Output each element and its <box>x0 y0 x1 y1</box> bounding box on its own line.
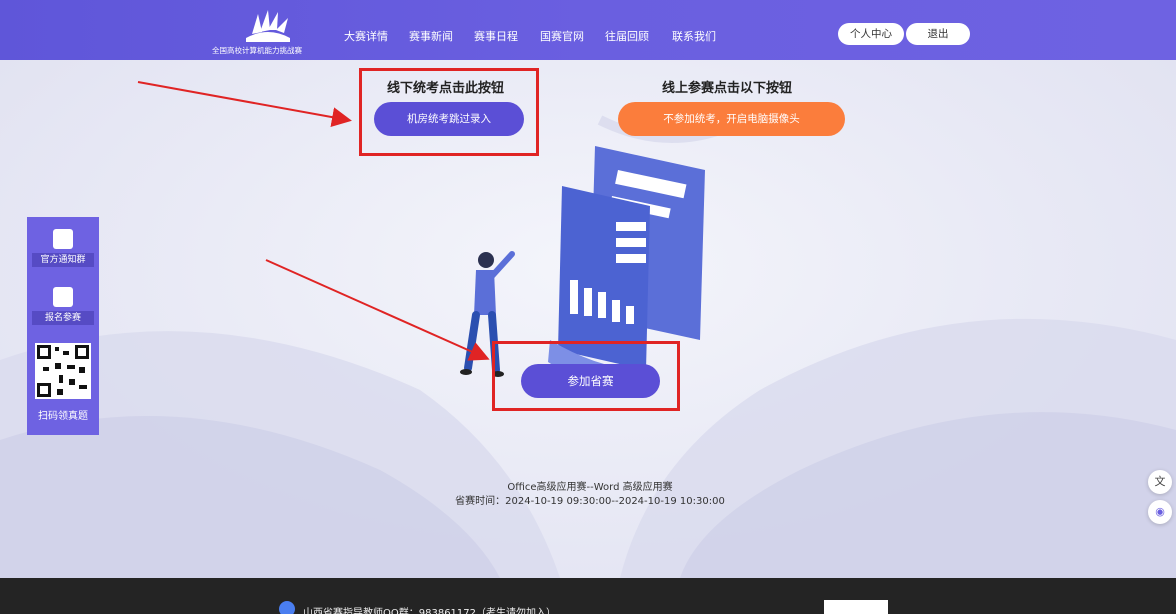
profile-button[interactable]: 个人中心 <box>838 23 904 45</box>
footer-qr-code-icon <box>824 600 888 614</box>
user-avatar-icon[interactable] <box>53 229 73 249</box>
main-content: 线下统考点击此按钮 机房统考跳过录入 线上参赛点击以下按钮 不参加统考，开启电脑… <box>0 60 1176 578</box>
translate-icon[interactable]: 文 <box>1148 470 1172 494</box>
nav-item-national-site[interactable]: 国赛官网 <box>540 28 584 44</box>
chat-bot-icon[interactable]: ◉ <box>1148 500 1172 524</box>
qr-code-icon <box>35 343 91 399</box>
nav-item-review[interactable]: 往届回顾 <box>605 28 649 44</box>
scan-label: 扫码领真题 <box>38 411 88 422</box>
footer-qq-text: 山西省赛指导教师QQ群：983861172（考生请勿加入） <box>303 608 557 614</box>
nav-item-details[interactable]: 大赛详情 <box>344 28 388 44</box>
competition-logo[interactable]: 全国高校计算机能力挑战赛 <box>212 8 322 58</box>
footer: 山西省赛指导教师QQ群：983861172（考生请勿加入） <box>0 578 1176 614</box>
register-label[interactable]: 报名参赛 <box>32 311 94 325</box>
floating-sidebar: 官方通知群 报名参赛 扫码领真题 <box>27 217 99 435</box>
arrow-to-offline-button <box>137 81 352 127</box>
rocket-icon[interactable] <box>53 287 73 307</box>
logo-text: 全国高校计算机能力挑战赛 <box>212 46 302 55</box>
nav-item-contact[interactable]: 联系我们 <box>672 28 716 44</box>
nav-item-news[interactable]: 赛事新闻 <box>409 28 453 44</box>
event-name: Office高级应用赛--Word 高级应用赛 <box>507 482 673 493</box>
qq-icon <box>279 601 295 614</box>
top-nav-bar: 全国高校计算机能力挑战赛 大赛详情 赛事新闻 赛事日程 国赛官网 往届回顾 联系… <box>0 0 1176 60</box>
event-time: 省赛时间：2024-10-19 09:30:00--2024-10-19 10:… <box>455 496 725 507</box>
arrow-to-join-button <box>265 259 490 361</box>
logout-button[interactable]: 退出 <box>906 23 970 45</box>
official-group-label[interactable]: 官方通知群 <box>32 253 94 267</box>
nav-item-schedule[interactable]: 赛事日程 <box>474 28 518 44</box>
logo-mark-icon <box>246 10 290 42</box>
